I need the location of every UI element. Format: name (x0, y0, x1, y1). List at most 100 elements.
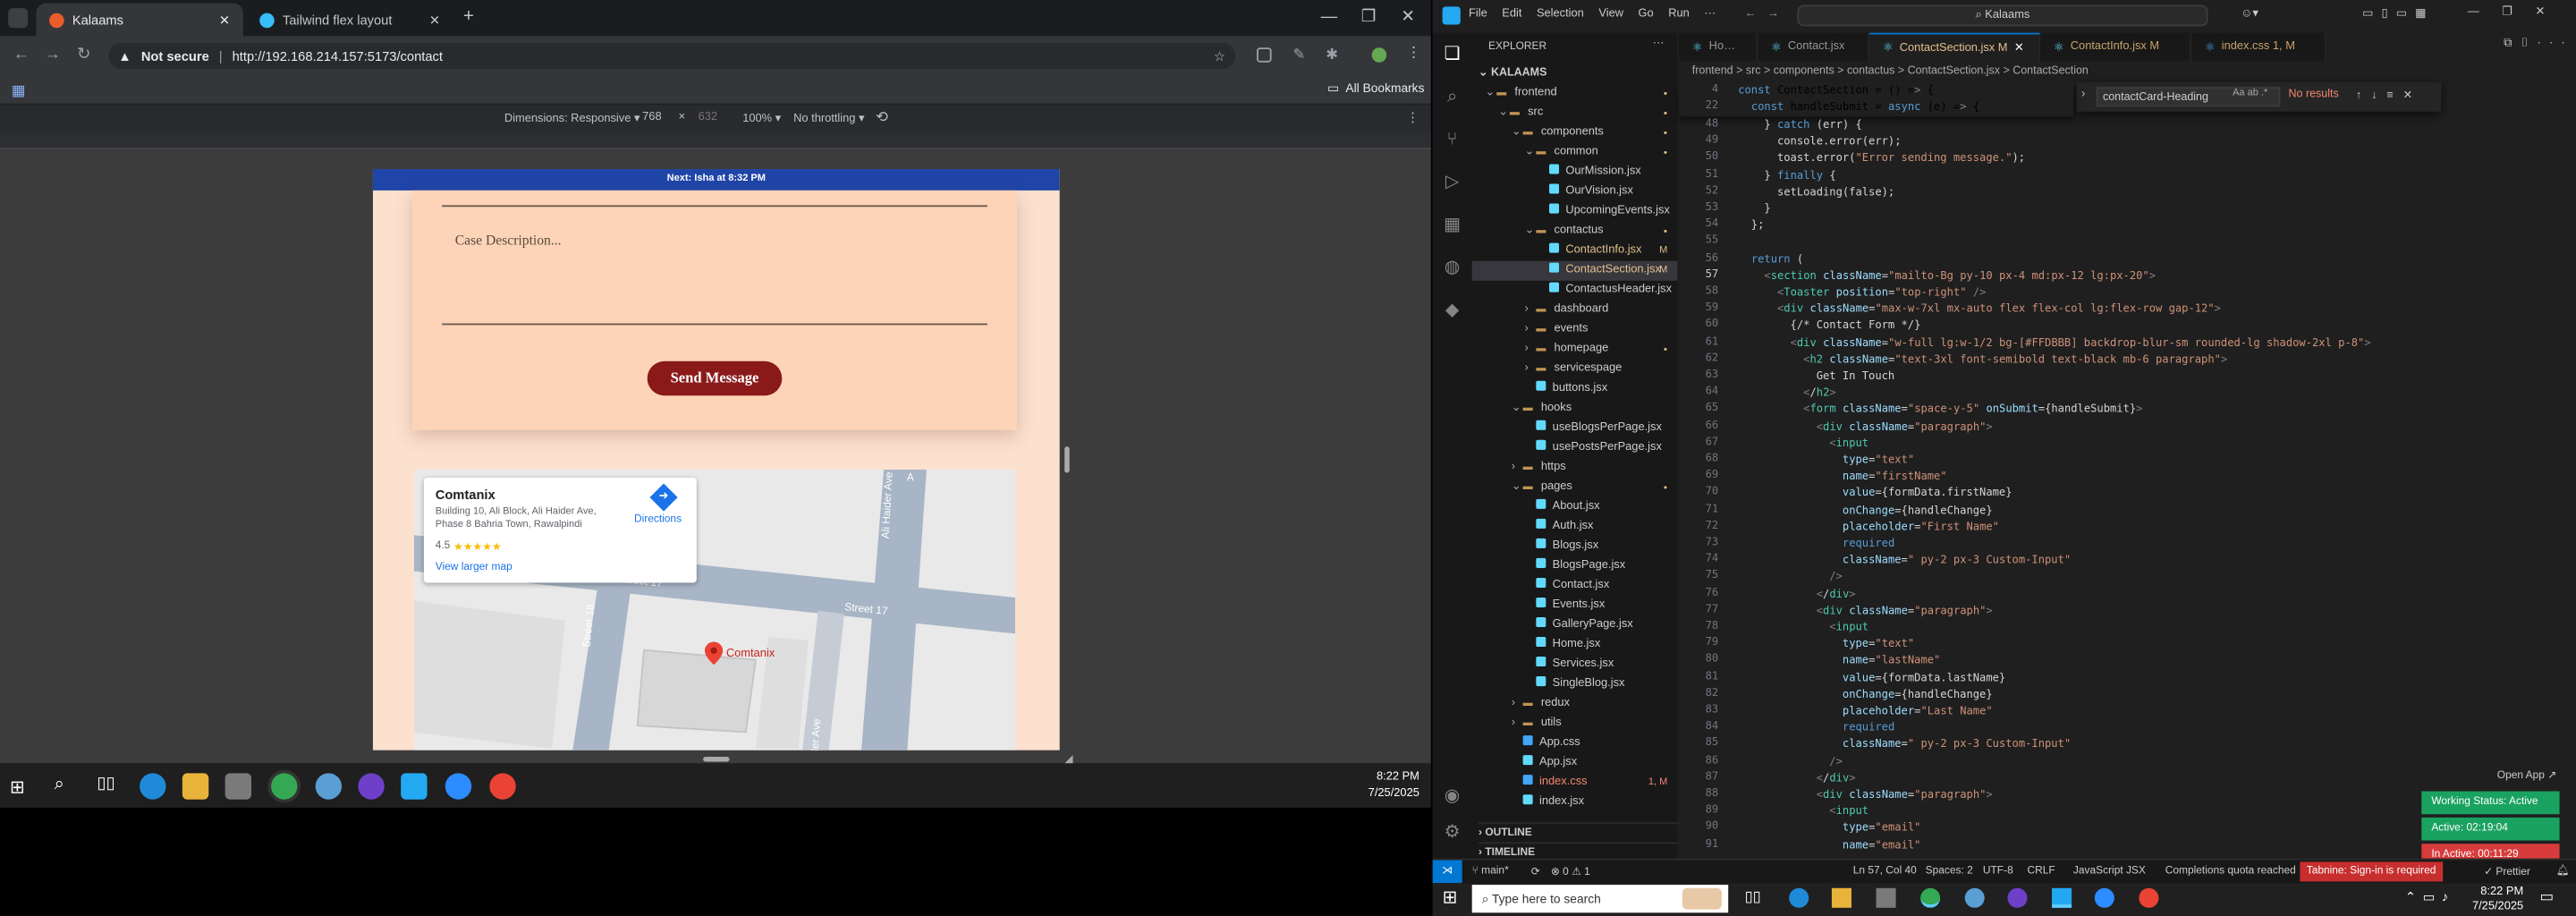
language-mode[interactable]: JavaScript JSX (2073, 865, 2146, 877)
code-editor[interactable]: 48 } catch (err) {49 console.error(err);… (1679, 116, 2566, 858)
tree-item[interactable]: › ▬ events (1472, 320, 1678, 340)
view-larger-map-link[interactable]: View larger map (436, 562, 513, 573)
bookmark-star-icon[interactable]: ☆ (1214, 48, 1225, 64)
find-options-icons[interactable]: Aa ab .* (2233, 89, 2267, 98)
tree-item[interactable]: ⌄ ▬ pages ● (1472, 478, 1678, 497)
editor-actions[interactable]: ⧉▯··· (2504, 38, 2573, 51)
dimensions-select[interactable]: Dimensions: Responsive ▾ (504, 112, 640, 125)
nav-back-icon[interactable]: ← (1745, 8, 1757, 20)
zoom-icon[interactable] (445, 773, 472, 800)
close-window-icon[interactable]: ✕ (1390, 5, 1426, 31)
tabnine-icon[interactable]: ◆ (1441, 299, 1464, 322)
menu-item[interactable]: Edit (1502, 8, 1521, 20)
taskbar-search[interactable]: ⌕ Type here to search (1471, 885, 1729, 913)
profile-avatar[interactable] (1371, 47, 1387, 63)
rotate-icon[interactable]: ⟲ (876, 108, 888, 126)
tree-item[interactable]: useBlogsPerPage.jsx (1472, 419, 1678, 438)
resize-handle-right[interactable] (1064, 446, 1070, 473)
tree-item[interactable]: Contact.jsx (1472, 576, 1678, 596)
editor-tab[interactable]: ⚛ ContactSection.jsx M ✕ (1869, 32, 2041, 61)
directions-link[interactable]: Directions (634, 513, 682, 525)
branch[interactable]: ⑂ main* (1472, 865, 1509, 877)
chrome-icon[interactable] (1920, 887, 1941, 908)
tree-item[interactable]: Events.jsx (1472, 596, 1678, 615)
command-center-search[interactable]: ⌕ Kalaams (1797, 4, 2208, 27)
menu-item[interactable]: Selection (1537, 8, 1584, 20)
tabnine-status[interactable]: Tabnine: Sign-in is required (2300, 861, 2443, 882)
menu-kebab-icon[interactable]: ⋮ (1406, 45, 1421, 63)
tree-item[interactable]: › ▬ homepage ● (1472, 340, 1678, 360)
chrome-icon[interactable] (489, 773, 516, 800)
search-icon[interactable]: ⌕ (55, 775, 64, 796)
extensions-icon[interactable]: ▦ (1441, 214, 1464, 237)
settings-gear-icon[interactable]: ⚙ (1441, 821, 1464, 844)
devtools-more-icon[interactable]: ⋮ (1406, 110, 1419, 125)
editor-tab[interactable]: ⚛ Contact.jsx (1758, 32, 1870, 61)
file-explorer-icon[interactable] (182, 773, 209, 800)
restore-icon[interactable]: ❐ (1351, 5, 1386, 31)
app-icon[interactable] (315, 773, 343, 800)
window-controls[interactable]: —❐✕ (2468, 5, 2568, 18)
tab-kalaams[interactable]: Kalaams ✕ (36, 3, 243, 37)
vscode-icon[interactable] (2052, 887, 2072, 908)
project-root[interactable]: ⌄ KALAAMS (1479, 65, 1546, 79)
back-icon[interactable]: ← (10, 45, 33, 68)
tree-item[interactable]: › ▬ redux (1472, 694, 1678, 714)
tree-item[interactable]: UpcomingEvents.jsx (1472, 202, 1678, 222)
tree-item[interactable]: SingleBlog.jsx (1472, 674, 1678, 694)
tree-item[interactable]: ⌄ ▬ frontend ● (1472, 84, 1678, 104)
wakatime-badge[interactable]: Working Status: Active (2421, 791, 2560, 815)
resize-handle-bottom[interactable] (703, 756, 730, 762)
tree-item[interactable]: index.jsx (1472, 793, 1678, 812)
tree-item[interactable]: BlogsPage.jsx (1472, 556, 1678, 576)
task-view-icon[interactable]: ▯▯ (1745, 888, 1761, 906)
toggle-replace-icon[interactable]: › (2081, 89, 2085, 100)
copilot-quota[interactable]: Completions quota reached (2165, 865, 2296, 877)
directions-icon[interactable]: ➜ (649, 483, 678, 512)
copilot-icon[interactable]: ☺▾ (2241, 6, 2258, 20)
extension-icon[interactable] (1257, 47, 1272, 63)
tree-item[interactable]: Services.jsx (1472, 655, 1678, 674)
pen-icon[interactable]: ✎ (1292, 46, 1305, 64)
nav-forward-icon[interactable]: → (1767, 8, 1779, 20)
minimize-icon[interactable]: — (1311, 5, 1347, 31)
height-input[interactable]: 632 (699, 112, 717, 123)
edge-icon[interactable] (1789, 887, 1809, 908)
close-tab-icon[interactable]: ✕ (429, 13, 440, 28)
explorer-icon[interactable]: ❏ (1441, 43, 1464, 66)
tree-item[interactable]: OurVision.jsx (1472, 182, 1678, 202)
editor-tab[interactable]: ⚛ ContactInfo.jsx M (2040, 32, 2192, 61)
tree-item[interactable]: › ▬ servicespage (1472, 360, 1678, 379)
editor-tab[interactable]: ⚛ Home.jsx (1679, 32, 1758, 61)
tree-item[interactable]: OurMission.jsx (1472, 163, 1678, 182)
tree-item[interactable]: › ▬ utils (1472, 714, 1678, 734)
remote-icon[interactable]: ⋊ (1432, 860, 1462, 884)
address-bar[interactable]: ▲ Not secure | http://192.168.214.157:51… (108, 42, 1236, 70)
problems[interactable]: ⊗ 0 ⚠ 1 (1551, 865, 1590, 878)
task-view-icon[interactable]: ▯▯ (97, 775, 114, 793)
tree-item[interactable]: › ▬ https (1472, 458, 1678, 478)
menu-item[interactable]: File (1469, 8, 1487, 20)
account-icon[interactable]: ◉ (1441, 785, 1464, 808)
apps-grid-icon[interactable]: ▦ (12, 82, 26, 100)
timeline-section[interactable]: › TIMELINE (1479, 842, 1684, 859)
google-map[interactable]: Street 17 Street 17 Street 18 Ali Haider… (413, 469, 1016, 751)
tree-item[interactable]: ContactusHeader.jsx (1472, 281, 1678, 301)
close-tab-icon[interactable]: ✕ (2014, 41, 2024, 55)
tree-item[interactable]: App.css (1472, 734, 1678, 753)
windows-start-icon[interactable]: ⊞ (10, 776, 25, 798)
puzzle-icon[interactable]: ✱ (1326, 46, 1338, 64)
run-debug-icon[interactable]: ▷ (1441, 171, 1464, 194)
resize-corner-icon[interactable]: ◢ (1063, 751, 1072, 763)
tree-item[interactable]: index.css 1, M (1472, 773, 1678, 793)
encoding[interactable]: UTF-8 (1983, 865, 2013, 877)
tree-item[interactable]: GalleryPage.jsx (1472, 615, 1678, 635)
tab-search-icon[interactable] (8, 8, 29, 29)
github-desktop-icon[interactable] (358, 773, 385, 800)
notifications-bell-icon[interactable]: 🔔︎ (2556, 863, 2570, 877)
vscode-icon[interactable] (401, 773, 428, 800)
new-tab-icon[interactable]: + (463, 6, 474, 26)
all-bookmarks[interactable]: ▭ All Bookmarks (1327, 81, 1424, 96)
tree-item[interactable]: Home.jsx (1472, 635, 1678, 655)
github-desktop-icon[interactable] (2007, 887, 2028, 908)
